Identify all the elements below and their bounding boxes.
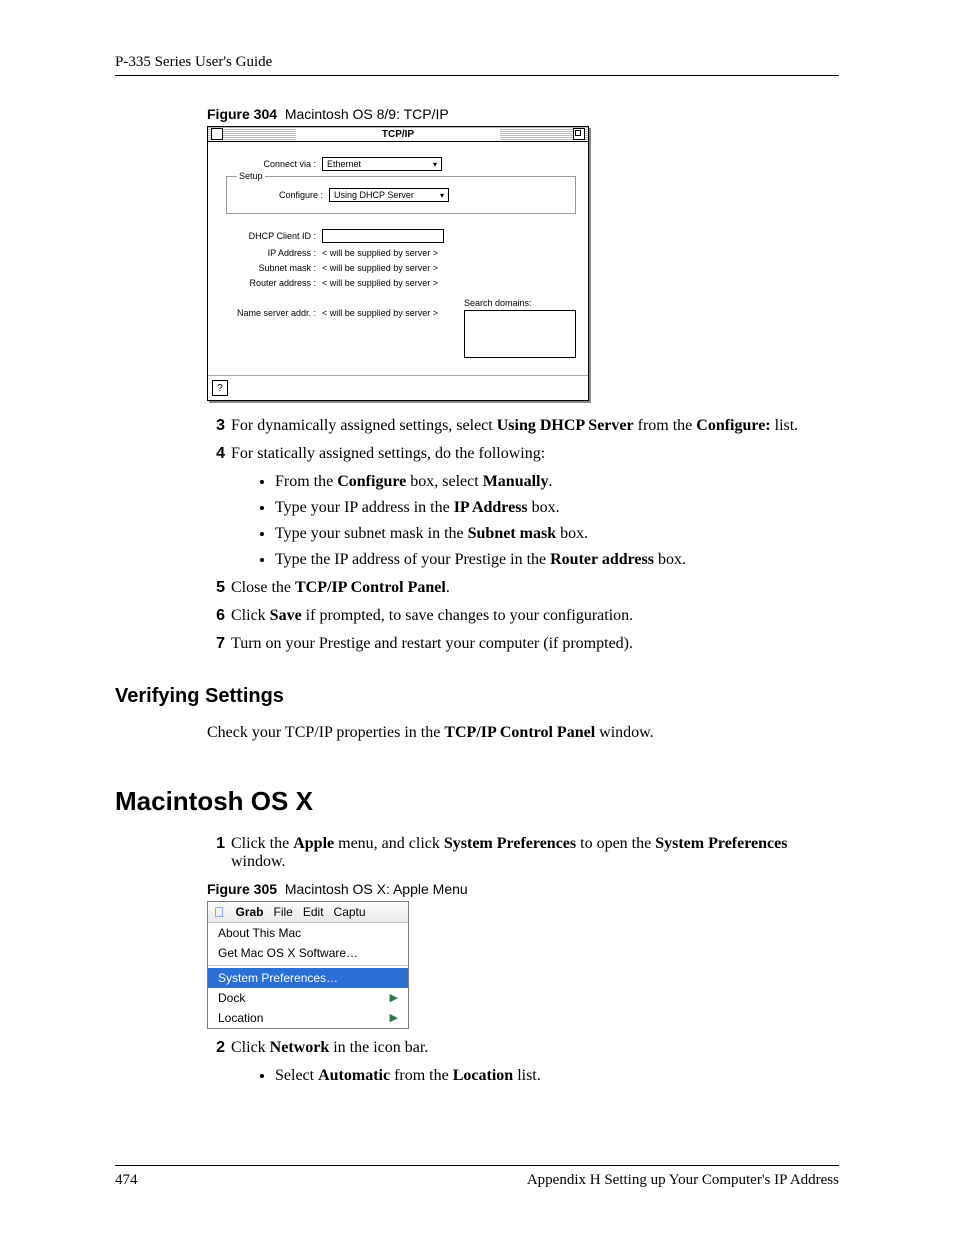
close-icon[interactable] (211, 128, 223, 140)
menu-location[interactable]: Location▶ (208, 1008, 408, 1028)
name-server-label: Name server addr. : (220, 308, 322, 318)
footer-section: Appendix H Setting up Your Computer's IP… (527, 1172, 839, 1189)
subnet-mask-value: < will be supplied by server > (322, 263, 438, 273)
step-7-number: 7 (207, 635, 225, 653)
apple-menu-window:  Grab File Edit Captu About This Mac Ge… (207, 901, 409, 1029)
titlebar: TCP/IP (208, 127, 588, 142)
ip-address-value: < will be supplied by server > (322, 248, 438, 258)
subnet-mask-label: Subnet mask : (220, 263, 322, 273)
menu-about-this-mac[interactable]: About This Mac (208, 923, 408, 943)
osx-step-1-number: 1 (207, 835, 225, 871)
bullet-item: Type your subnet mask in the Subnet mask… (275, 525, 839, 543)
dhcp-client-id-label: DHCP Client ID : (220, 231, 322, 241)
setup-group: Setup Configure : Using DHCP Server ▾ (226, 176, 576, 214)
step-3-number: 3 (207, 417, 225, 435)
help-icon[interactable]: ? (212, 380, 228, 396)
menubar:  Grab File Edit Captu (208, 902, 408, 923)
header-rule (115, 75, 839, 76)
macintosh-osx-heading: Macintosh OS X (115, 786, 839, 817)
menu-get-software[interactable]: Get Mac OS X Software… (208, 943, 408, 963)
chevron-updown-icon: ▾ (440, 191, 444, 200)
configure-value: Using DHCP Server (334, 190, 414, 200)
step-6-number: 6 (207, 607, 225, 625)
verifying-settings-text: Check your TCP/IP properties in the TCP/… (207, 722, 839, 744)
connect-via-dropdown[interactable]: Ethernet ▾ (322, 157, 442, 171)
figure-304-text: Macintosh OS 8/9: TCP/IP (285, 106, 449, 122)
router-address-label: Router address : (220, 278, 322, 288)
ip-address-label: IP Address : (220, 248, 322, 258)
name-server-value: < will be supplied by server > (322, 308, 438, 318)
menu-system-preferences[interactable]: System Preferences… (208, 968, 408, 988)
bullet-item: From the Configure box, select Manually. (275, 473, 839, 491)
configure-label: Configure : (227, 190, 329, 200)
verifying-settings-heading: Verifying Settings (115, 685, 839, 708)
figure-304-caption: Figure 304 Macintosh OS 8/9: TCP/IP (207, 106, 839, 122)
menu-dock[interactable]: Dock▶ (208, 988, 408, 1008)
configure-dropdown[interactable]: Using DHCP Server ▾ (329, 188, 449, 202)
osx-step-2-text: Click Network in the icon bar. (231, 1039, 839, 1057)
step-6-text: Click Save if prompted, to save changes … (231, 607, 839, 625)
zoom-icon[interactable] (573, 128, 585, 140)
search-domains-input[interactable] (464, 310, 576, 358)
dhcp-client-id-input[interactable] (322, 229, 444, 243)
page-number: 474 (115, 1172, 138, 1189)
submenu-arrow-icon: ▶ (390, 991, 398, 1004)
figure-305-label: Figure 305 (207, 881, 277, 897)
step-3-text: For dynamically assigned settings, selec… (231, 417, 839, 435)
search-domains-label: Search domains: (464, 298, 576, 308)
page-header: P-335 Series User's Guide (115, 54, 839, 71)
menubar-grab[interactable]: Grab (236, 905, 264, 919)
connect-via-label: Connect via : (220, 159, 322, 169)
apple-logo-icon[interactable]:  (214, 904, 225, 920)
step-4-number: 4 (207, 445, 225, 463)
tcpip-window: TCP/IP Connect via : Ethernet ▾ Setup Co… (207, 126, 589, 401)
setup-group-label: Setup (237, 171, 265, 181)
step-7-text: Turn on your Prestige and restart your c… (231, 635, 839, 653)
router-address-value: < will be supplied by server > (322, 278, 438, 288)
chevron-updown-icon: ▾ (433, 160, 437, 169)
step-5-number: 5 (207, 579, 225, 597)
step-5-text: Close the TCP/IP Control Panel. (231, 579, 839, 597)
connect-via-value: Ethernet (327, 159, 361, 169)
bullet-item: Type the IP address of your Prestige in … (275, 551, 839, 569)
figure-304-label: Figure 304 (207, 106, 277, 122)
osx-step-2-number: 2 (207, 1039, 225, 1057)
figure-305-caption: Figure 305 Macintosh OS X: Apple Menu (207, 881, 839, 897)
step-4-text: For statically assigned settings, do the… (231, 445, 839, 463)
menu-separator (208, 965, 408, 966)
osx-step-1-text: Click the Apple menu, and click System P… (231, 835, 839, 871)
menubar-capture[interactable]: Captu (334, 905, 366, 919)
apple-dropdown-menu: About This Mac Get Mac OS X Software… Sy… (208, 923, 408, 1028)
submenu-arrow-icon: ▶ (390, 1011, 398, 1024)
bullet-item: Select Automatic from the Location list. (275, 1067, 839, 1085)
menubar-file[interactable]: File (274, 905, 293, 919)
figure-305-text: Macintosh OS X: Apple Menu (285, 881, 468, 897)
window-title: TCP/IP (296, 128, 500, 141)
menubar-edit[interactable]: Edit (303, 905, 324, 919)
bullet-item: Type your IP address in the IP Address b… (275, 499, 839, 517)
